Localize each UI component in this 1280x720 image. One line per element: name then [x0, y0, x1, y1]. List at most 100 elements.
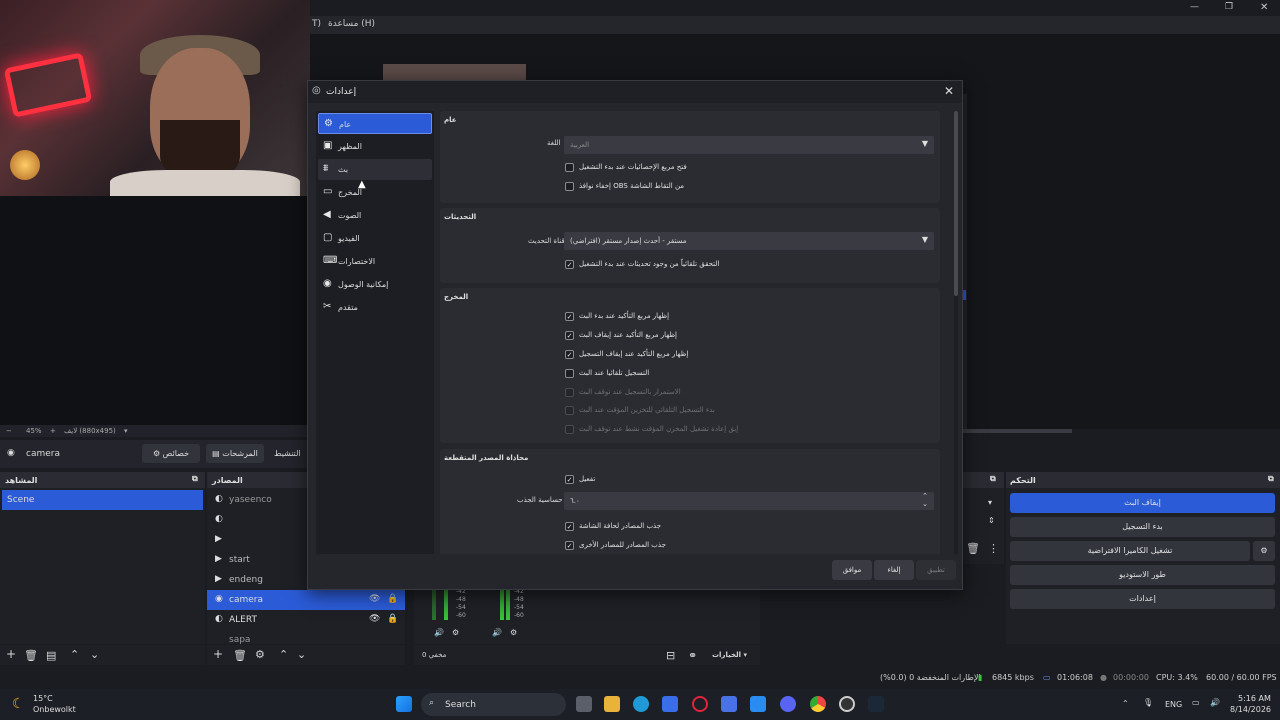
minimize-icon[interactable]: — [1190, 2, 1199, 12]
up-arrow-icon[interactable]: ⌃ [279, 648, 288, 661]
nav-appearance[interactable]: ▣ المظهر [318, 136, 432, 157]
settings-icon[interactable]: ⚙ [452, 628, 459, 637]
opera-icon[interactable] [692, 696, 708, 712]
weather-temp[interactable]: 15°C [33, 694, 53, 703]
zoom-plus-icon[interactable]: + [50, 427, 56, 435]
nav-general[interactable]: ⚙ عام [318, 113, 432, 134]
task-view-icon[interactable] [576, 696, 592, 712]
layout-icon[interactable]: ⊟ [666, 649, 675, 662]
chevron-up-icon[interactable]: ⌃ [1122, 699, 1129, 708]
filters-button[interactable]: ▤ المرشحات [206, 444, 264, 463]
settings-icon[interactable]: ⚙ [510, 628, 517, 637]
spin-icon[interactable]: ⇕ [988, 516, 995, 525]
sensitivity-spinbox[interactable]: ٦.٠ ⌃ ⌄ [564, 492, 934, 510]
gear-icon[interactable]: ⚙ [255, 648, 265, 661]
hide-obs-checkbox[interactable] [565, 182, 574, 191]
settings-button[interactable]: إعدادات [1010, 589, 1275, 609]
stop-streaming-button[interactable]: إيقاف البث [1010, 493, 1275, 513]
scene-item[interactable]: Scene [2, 490, 203, 510]
nav-hotkeys[interactable]: ⌨ الاختصارات [318, 251, 432, 272]
options-menu[interactable]: الخيارات ▾ [712, 651, 747, 659]
snap-other-sources-checkbox[interactable]: ✓ [565, 541, 574, 550]
chevron-down-icon[interactable]: ▾ [124, 427, 128, 435]
trash-icon[interactable]: 🗑 [24, 649, 38, 662]
down-arrow-icon[interactable]: ⌄ [90, 648, 99, 661]
network-icon[interactable]: ▭ [1192, 698, 1200, 707]
search-box[interactable]: ⌕ Search [421, 693, 566, 716]
zoom-minus-icon[interactable]: − [6, 427, 12, 435]
down-arrow-icon[interactable]: ⌄ [297, 648, 306, 661]
lock-icon[interactable]: 🔒 [387, 594, 398, 604]
trash-icon[interactable]: 🗑 [233, 649, 247, 662]
studio-mode-button[interactable]: طور الاستوديو [1010, 565, 1275, 585]
lock-icon[interactable]: 🔒 [387, 614, 398, 624]
filter-icon[interactable]: ▤ [46, 649, 56, 662]
eye-icon[interactable]: 👁 [369, 594, 380, 604]
confirm-stop-stream-checkbox[interactable]: ✓ [565, 331, 574, 340]
more-icon[interactable]: ⋮ [988, 542, 999, 555]
ok-button[interactable]: موافق [832, 560, 872, 580]
mic-icon[interactable]: 🎙 [1143, 698, 1153, 707]
menu-help[interactable]: مساعدة (H) [328, 19, 375, 29]
nav-audio[interactable]: ◀ الصوت [318, 205, 432, 226]
nav-advanced[interactable]: ✂ متقدم [318, 297, 432, 318]
chrome-icon[interactable] [810, 696, 826, 712]
nav-video[interactable]: ▢ الفيديو [318, 228, 432, 249]
auto-check-checkbox[interactable]: ✓ [565, 260, 574, 269]
menu-tools[interactable]: T) [312, 19, 321, 29]
link-icon[interactable]: ⚭ [688, 649, 697, 662]
add-icon[interactable]: + [213, 647, 223, 661]
start-icon[interactable] [396, 696, 412, 712]
speaker-icon[interactable]: 🔊 [434, 628, 444, 637]
snap-screen-edge-checkbox[interactable]: ✓ [565, 522, 574, 531]
edge-icon[interactable] [633, 696, 649, 712]
virtual-camera-settings[interactable]: ⚙ [1253, 541, 1275, 561]
undock-icon[interactable]: ⧉ [990, 474, 996, 484]
snapping-enable-checkbox[interactable]: ✓ [565, 475, 574, 484]
source-item[interactable]: ◐ ALERT 👁 🔒 [207, 610, 405, 630]
properties-button[interactable]: ⚙ خصائص [142, 444, 200, 463]
trash-icon[interactable]: 🗑 [966, 542, 980, 555]
up-arrow-icon[interactable]: ⌃ [70, 648, 79, 661]
maximize-icon[interactable]: ❐ [1225, 2, 1233, 12]
speaker-icon[interactable]: 🔊 [492, 628, 502, 637]
confirm-start-stream-checkbox[interactable]: ✓ [565, 312, 574, 321]
eye-icon[interactable]: 👁 [369, 614, 380, 624]
close-icon[interactable]: ✕ [944, 84, 954, 98]
chevron-down-icon[interactable]: ▾ [988, 498, 992, 507]
volume-icon[interactable]: 🔊 [1210, 698, 1220, 707]
clock-time[interactable]: 5:16 AM [1238, 694, 1271, 703]
scrollbar-thumb[interactable] [954, 111, 958, 296]
source-item[interactable]: sapa [207, 630, 405, 644]
steam-icon[interactable] [868, 696, 884, 712]
preview-hscroll[interactable] [960, 429, 1072, 433]
confirm-stop-record-checkbox[interactable]: ✓ [565, 350, 574, 359]
spin-icon[interactable]: ⌃ ⌄ [922, 492, 928, 508]
virtual-camera-button[interactable]: تشغيل الكاميرا الافتراضية [1010, 541, 1250, 561]
add-icon[interactable]: + [6, 647, 16, 661]
undock-icon[interactable]: ⧉ [192, 474, 198, 484]
update-channel-select[interactable]: مستقر - أحدث إصدار مستقر (افتراضي) ▼ [564, 232, 934, 250]
start-recording-button[interactable]: بدء التسجيل [1010, 517, 1275, 537]
activate-label[interactable]: التنشيط [274, 449, 301, 458]
discord-icon[interactable] [780, 696, 796, 712]
nav-output[interactable]: ▭ المخرج [318, 182, 432, 203]
close-icon[interactable]: ✕ [1260, 2, 1268, 13]
undock-icon[interactable]: ⧉ [1268, 474, 1274, 484]
file-explorer-icon[interactable] [604, 696, 620, 712]
app-icon[interactable] [750, 696, 766, 712]
nav-accessibility[interactable]: ◉ إمكانية الوصول [318, 274, 432, 295]
weather-desc[interactable]: Onbewolkt [33, 705, 76, 714]
app-icon[interactable] [721, 696, 737, 712]
settings-scrollbar[interactable] [954, 111, 958, 554]
source-item-selected[interactable]: ◉ camera 👁 🔒 [207, 590, 405, 610]
language-indicator[interactable]: ENG [1165, 700, 1182, 709]
language-select[interactable]: العربية ▼ [564, 136, 934, 154]
nav-stream[interactable]: ⩩ بث [318, 159, 432, 180]
apply-button[interactable]: تطبيق [916, 560, 956, 580]
cancel-button[interactable]: إلغاء [874, 560, 914, 580]
store-icon[interactable] [662, 696, 678, 712]
stats-checkbox[interactable] [565, 163, 574, 172]
auto-record-checkbox[interactable] [565, 369, 574, 378]
obs-icon[interactable] [839, 696, 855, 712]
